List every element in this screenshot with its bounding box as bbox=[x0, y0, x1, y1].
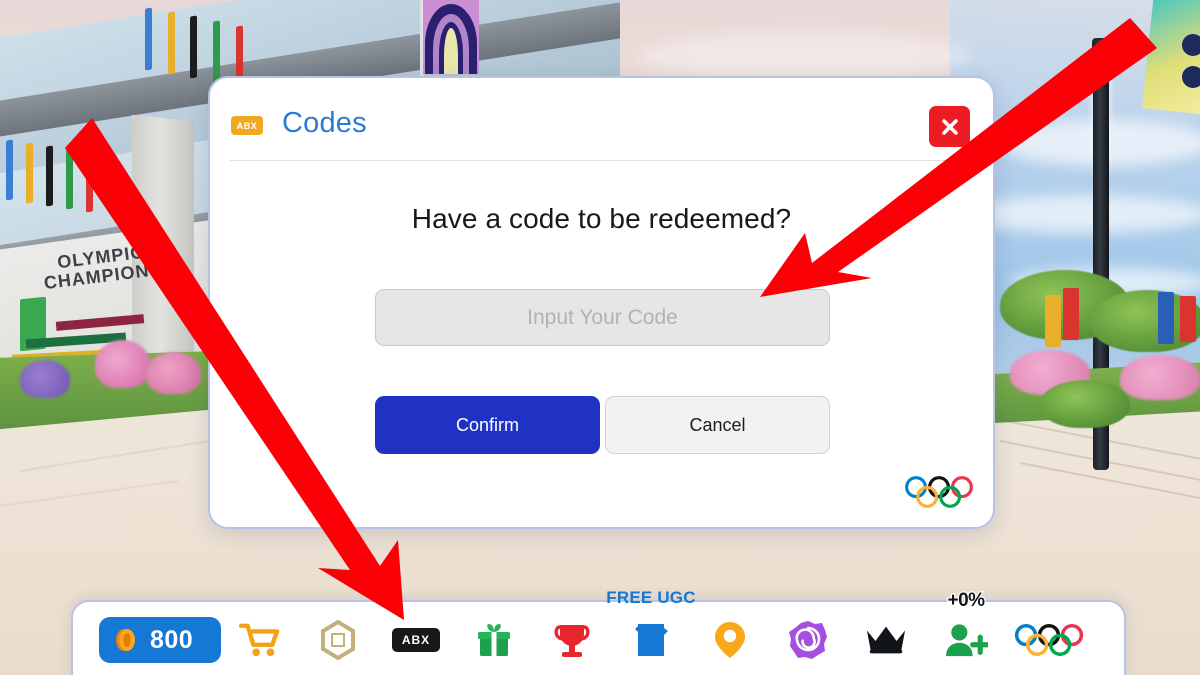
flag-stripe bbox=[66, 148, 73, 210]
toolbar-item-invite[interactable]: +0% bbox=[925, 589, 1007, 675]
mini-banner bbox=[1063, 288, 1079, 340]
toolbar-item-robux[interactable] bbox=[299, 602, 377, 675]
olympic-rings-icon bbox=[1014, 624, 1084, 656]
toolbar-item-codes[interactable]: ABX bbox=[377, 602, 455, 675]
toolbar-item-coins[interactable]: 800 bbox=[73, 602, 221, 675]
modal-question: Have a code to be redeemed? bbox=[411, 203, 792, 234]
flag-stripe bbox=[145, 7, 152, 71]
abx-badge-icon: ABX bbox=[392, 628, 440, 652]
spiral-icon bbox=[789, 621, 827, 659]
toolbar-item-gifts[interactable] bbox=[455, 602, 533, 675]
olympic-rings-icon bbox=[905, 476, 973, 508]
crown-icon bbox=[866, 626, 906, 654]
banner-flag bbox=[423, 0, 479, 74]
gift-icon bbox=[478, 624, 510, 656]
modal-header: ABX Codes bbox=[210, 78, 993, 161]
shirt-icon bbox=[635, 624, 668, 656]
page-title: Codes bbox=[282, 107, 367, 139]
confirm-button[interactable]: Confirm bbox=[375, 396, 600, 454]
coin-icon bbox=[116, 629, 135, 651]
coin-pill[interactable]: 800 bbox=[99, 617, 221, 663]
toolbar-item-teleport[interactable] bbox=[691, 602, 769, 675]
toolbar-items: 800 ABX FREE UGC +0% bbox=[73, 588, 1124, 675]
flower-bed bbox=[146, 352, 201, 394]
header-divider bbox=[230, 160, 973, 161]
toolbar-item-olympics[interactable] bbox=[1007, 602, 1091, 675]
flower-bed bbox=[20, 360, 70, 398]
codes-modal: ABX Codes Have a code to be redeemed? Co… bbox=[208, 76, 995, 529]
toolbar-item-spin[interactable] bbox=[769, 602, 847, 675]
flag-stripe bbox=[46, 145, 53, 207]
flag-stripe bbox=[6, 139, 13, 201]
flower-bed bbox=[95, 340, 150, 388]
cart-icon bbox=[239, 623, 280, 657]
close-icon bbox=[941, 118, 958, 135]
mini-banner bbox=[1045, 295, 1061, 347]
toolbar-item-vip[interactable] bbox=[847, 602, 925, 675]
scoreboard-dot bbox=[1182, 66, 1200, 88]
flower-bed bbox=[1120, 355, 1200, 400]
scoreboard bbox=[1141, 0, 1200, 116]
bonus-percent-badge: +0% bbox=[946, 589, 986, 613]
flag-stripe bbox=[168, 11, 175, 75]
screenshot-root: OLYMPIC CHAMPIONS ABX Codes Have a code … bbox=[0, 0, 1200, 675]
code-input[interactable] bbox=[375, 289, 830, 346]
shrub bbox=[1040, 380, 1130, 428]
toolbar-item-shop[interactable] bbox=[221, 602, 299, 675]
cancel-button[interactable]: Cancel bbox=[605, 396, 830, 454]
cloud bbox=[960, 195, 1200, 233]
flag-stripe bbox=[190, 15, 197, 79]
mini-banner bbox=[1158, 292, 1174, 344]
trophy-icon bbox=[554, 625, 590, 657]
modal-actions: Confirm Cancel bbox=[210, 396, 993, 454]
flag-stripe bbox=[26, 142, 33, 204]
close-button[interactable] bbox=[929, 106, 970, 147]
abx-badge-icon: ABX bbox=[231, 116, 263, 135]
bottom-toolbar: 800 ABX FREE UGC +0% bbox=[71, 588, 1126, 675]
toolbar-item-leaderboard[interactable] bbox=[533, 602, 611, 675]
flag-stripe bbox=[213, 20, 220, 84]
toolbar-item-free-ugc[interactable]: FREE UGC bbox=[606, 588, 696, 675]
robux-icon bbox=[321, 620, 355, 660]
olympic-rings-logo bbox=[903, 476, 975, 513]
free-ugc-label: FREE UGC bbox=[606, 588, 696, 607]
mini-banner bbox=[1180, 296, 1196, 342]
coin-count: 800 bbox=[150, 625, 194, 654]
map-pin-icon bbox=[715, 622, 745, 658]
scoreboard-dot bbox=[1182, 34, 1200, 56]
add-friend-icon bbox=[946, 624, 988, 657]
flag-stripe bbox=[86, 151, 93, 213]
